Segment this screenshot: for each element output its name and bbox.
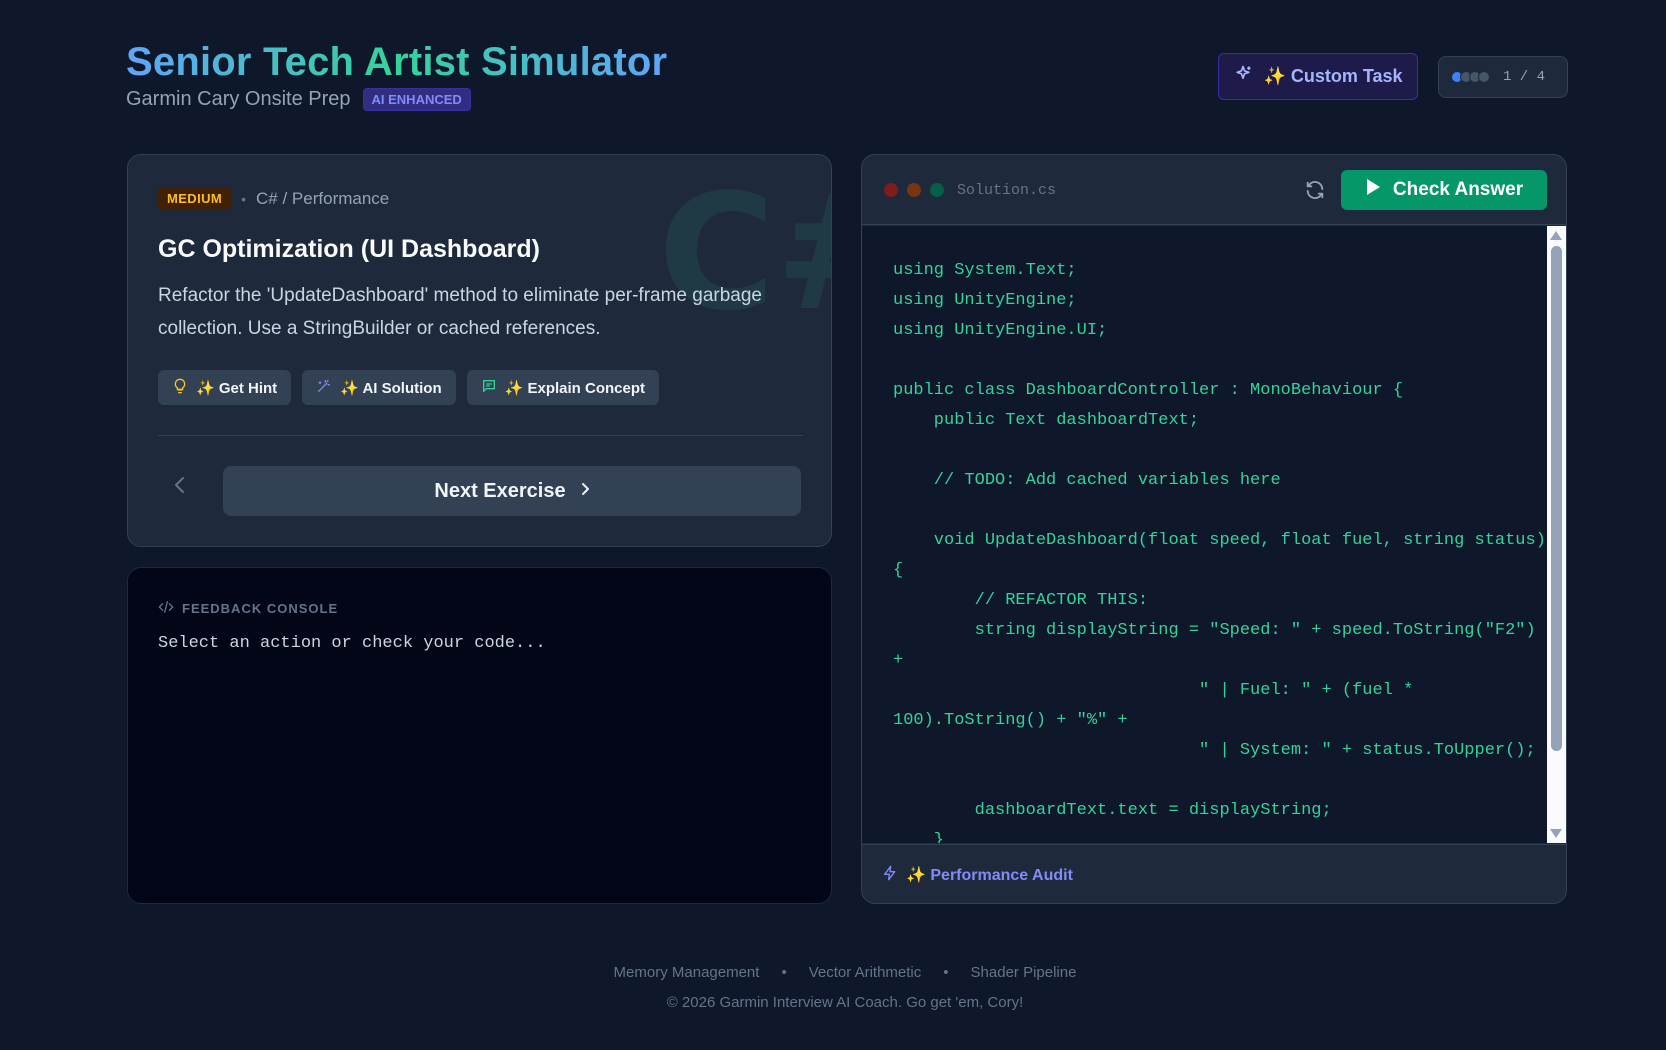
code-textarea[interactable]: using System.Text; using UnityEngine; us…	[862, 226, 1547, 843]
console-output: Select an action or check your code...	[158, 634, 546, 653]
difficulty-badge: MEDIUM	[158, 187, 232, 210]
app-header: Senior Tech Artist Simulator Garmin Cary…	[126, 40, 1568, 120]
subtitle-row: Garmin Cary Onsite Prep AI ENHANCED	[126, 88, 471, 111]
task-actions: ✨ Get Hint ✨ AI Solution ✨ Explain Conce…	[158, 370, 660, 405]
footer-link-vector[interactable]: Vector Arithmetic	[809, 964, 922, 981]
scroll-up-icon[interactable]	[1550, 231, 1562, 240]
editor-toolbar: Solution.cs Check Answer	[862, 155, 1566, 225]
console-header: FEEDBACK CONSOLE	[158, 600, 338, 617]
check-answer-label: Check Answer	[1392, 179, 1524, 200]
magic-wand-icon	[316, 378, 332, 398]
app-subtitle: Garmin Cary Onsite Prep	[126, 88, 351, 110]
task-divider	[158, 435, 803, 436]
progress-dot-4	[1478, 71, 1490, 83]
ai-enhanced-badge: AI ENHANCED	[362, 88, 471, 111]
editor-scrollbar[interactable]	[1547, 226, 1566, 843]
check-answer-button[interactable]: Check Answer	[1341, 170, 1547, 210]
window-controls	[884, 183, 944, 197]
maximize-dot-icon	[930, 183, 944, 197]
lightning-icon	[882, 864, 898, 887]
previous-exercise-button[interactable]	[168, 475, 192, 499]
task-description: Refactor the 'UpdateDashboard' method to…	[158, 285, 762, 339]
task-category: C# / Performance	[256, 188, 390, 208]
editor-filename: Solution.cs	[957, 182, 1057, 199]
ai-solution-button[interactable]: ✨ AI Solution	[302, 370, 456, 405]
ai-solution-label: ✨ AI Solution	[340, 379, 442, 397]
footer-link-memory[interactable]: Memory Management	[614, 964, 760, 981]
play-icon	[1365, 178, 1381, 202]
scrollbar-thumb[interactable]	[1551, 246, 1562, 751]
reset-code-icon[interactable]	[1304, 179, 1326, 206]
footer-links: Memory Management • Vector Arithmetic • …	[0, 964, 1666, 981]
app-title: Senior Tech Artist Simulator	[126, 40, 668, 84]
feedback-console: FEEDBACK CONSOLE Select an action or che…	[127, 567, 832, 904]
get-hint-button[interactable]: ✨ Get Hint	[158, 370, 292, 405]
console-title: FEEDBACK CONSOLE	[182, 601, 339, 616]
task-title: GC Optimization (UI Dashboard)	[158, 235, 540, 263]
explain-concept-label: ✨ Explain Concept	[504, 379, 646, 397]
custom-task-label: ✨ Custom Task	[1263, 66, 1403, 86]
next-exercise-label: Next Exercise	[434, 479, 566, 502]
footer-link-shader[interactable]: Shader Pipeline	[971, 964, 1077, 981]
close-dot-icon	[884, 183, 898, 197]
performance-audit-button[interactable]: ✨ Performance Audit	[882, 864, 1073, 887]
code-icon	[158, 600, 174, 617]
progress-counter: 1 / 4	[1503, 69, 1546, 85]
copyright: © 2026 Garmin Interview AI Coach. Go get…	[666, 994, 1024, 1011]
custom-task-button[interactable]: ✨ Custom Task	[1218, 53, 1418, 100]
performance-audit-label: ✨ Performance Audit	[906, 867, 1073, 884]
code-content[interactable]: using System.Text; using UnityEngine; us…	[893, 256, 1546, 843]
meta-separator: •	[241, 190, 247, 207]
task-card: C# MEDIUM • C# / Performance GC Optimiza…	[127, 154, 832, 547]
message-icon	[481, 378, 497, 398]
scroll-down-icon[interactable]	[1550, 829, 1562, 838]
code-editor: Solution.cs Check Answer using System.Te…	[861, 154, 1567, 904]
task-meta: MEDIUM • C# / Performance	[158, 187, 389, 210]
sparkles-icon	[1233, 64, 1253, 89]
explain-concept-button[interactable]: ✨ Explain Concept	[466, 370, 660, 405]
editor-footer: ✨ Performance Audit	[862, 844, 1566, 903]
footer-separator: •	[943, 964, 949, 981]
progress-indicator: 1 / 4	[1438, 56, 1568, 98]
chevron-right-icon	[580, 480, 590, 503]
lightbulb-icon	[172, 378, 188, 398]
minimize-dot-icon	[907, 183, 921, 197]
progress-dots	[1451, 71, 1490, 83]
get-hint-label: ✨ Get Hint	[196, 379, 278, 397]
footer-separator: •	[781, 964, 787, 981]
chevron-left-icon	[173, 476, 187, 499]
next-exercise-button[interactable]: Next Exercise	[223, 466, 801, 516]
